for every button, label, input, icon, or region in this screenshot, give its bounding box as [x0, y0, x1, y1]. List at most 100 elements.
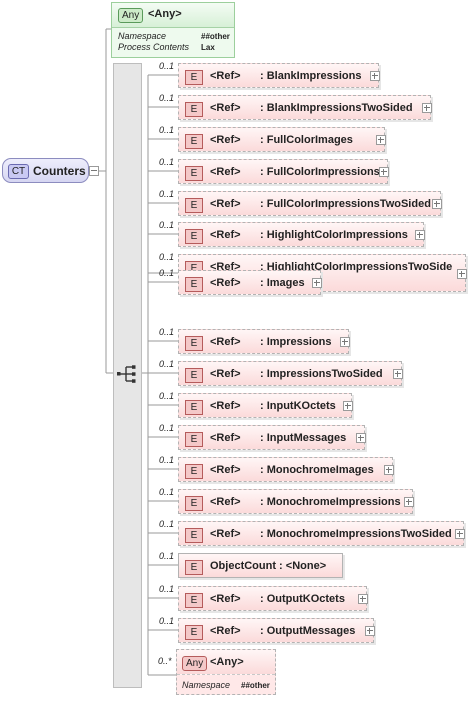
ref-label: <Ref>: [210, 528, 241, 540]
ref-label: <Ref>: [210, 277, 241, 289]
element-name: : ImpressionsTwoSided: [260, 368, 383, 380]
element-row[interactable]: E <Ref> : Images: [178, 270, 321, 295]
element-badge: E: [185, 496, 203, 511]
element-row[interactable]: E <Ref> : MonochromeImages: [178, 457, 393, 482]
element-row[interactable]: E <Ref>: FullColorImages: [178, 127, 385, 152]
expand-icon[interactable]: [455, 529, 465, 539]
element-badge: E: [185, 336, 203, 351]
element-badge: E: [185, 277, 203, 292]
expand-icon[interactable]: [376, 135, 386, 145]
namespace-value: ##other: [241, 681, 270, 690]
occurrence-label: 0..1: [159, 252, 175, 262]
expand-icon[interactable]: [358, 594, 368, 604]
ref-label: <Ref>: [210, 166, 241, 178]
element-row[interactable]: E <Ref>: MonochromeImpressionsTwoSided: [178, 521, 464, 546]
element-row[interactable]: E <Ref>: FullColorImpressionsTwoSided: [178, 191, 441, 216]
expand-icon[interactable]: [415, 230, 425, 240]
occurrence-label: 0..1: [159, 423, 175, 433]
element-badge: E: [185, 593, 203, 608]
element-row[interactable]: E <Ref> : HighlightColorImpressions: [178, 222, 424, 247]
ref-label: <Ref>: [210, 593, 241, 605]
wildcard-any-bottom[interactable]: Any <Any> Namespace ##other: [176, 649, 276, 695]
ref-label: <Ref>: [210, 625, 241, 637]
occurrence-label: 0..1: [159, 61, 175, 71]
occurrence-label: 0..1: [159, 487, 175, 497]
expand-icon[interactable]: [340, 337, 350, 347]
element-name: : MonochromeImages: [260, 464, 374, 476]
element-name: : OutputMessages: [260, 625, 356, 637]
occurrence-label: 0..*: [158, 656, 172, 666]
any-title: <Any>: [148, 8, 182, 20]
element-row[interactable]: E <Ref> : OutputKOctets: [178, 586, 367, 611]
element-badge: E: [185, 368, 203, 383]
expand-icon[interactable]: [312, 278, 322, 288]
occurrence-label: 0..1: [159, 519, 175, 529]
element-badge: E: [185, 400, 203, 415]
ref-label: <Ref>: [210, 198, 241, 210]
element-name: : InputKOctets: [260, 400, 336, 412]
element-row[interactable]: E <Ref> : InputMessages: [178, 425, 365, 450]
expand-icon[interactable]: [379, 167, 389, 177]
expand-icon[interactable]: [384, 465, 394, 475]
element-badge: E: [185, 560, 203, 575]
element-badge: E: [185, 464, 203, 479]
expand-icon[interactable]: [422, 103, 432, 113]
ref-label: <Ref>: [210, 70, 241, 82]
element-name: : BlankImpressionsTwoSided: [260, 102, 413, 114]
expand-icon[interactable]: [370, 71, 380, 81]
ref-label: <Ref>: [210, 432, 241, 444]
occurrence-label: 0..1: [159, 220, 175, 230]
complex-type-node[interactable]: CT Counters: [2, 158, 89, 183]
occurrence-label: 0..1: [159, 391, 175, 401]
element-row[interactable]: E <Ref>: BlankImpressionsTwoSided: [178, 95, 431, 120]
element-name: : InputMessages: [260, 432, 347, 444]
expand-icon[interactable]: [404, 497, 414, 507]
expand-icon[interactable]: [356, 433, 366, 443]
complex-type-name: Counters: [33, 164, 86, 178]
element-badge: E: [185, 432, 203, 447]
element-row[interactable]: E <Ref>: BlankImpressions: [178, 63, 379, 88]
expand-icon[interactable]: [343, 401, 353, 411]
occurrence-label: 0..1: [159, 359, 175, 369]
namespace-label: Namespace: [118, 31, 167, 41]
wildcard-any-top[interactable]: Any <Any> Namespace ##other Process Cont…: [111, 2, 235, 58]
namespace-value: ##other: [201, 32, 230, 41]
expand-icon[interactable]: [393, 369, 403, 379]
ref-label: <Ref>: [210, 134, 241, 146]
element-badge: E: [185, 625, 203, 640]
element-badge: E: [185, 198, 203, 213]
element-row[interactable]: E <Ref>: InputKOctets: [178, 393, 352, 418]
any-badge: Any: [182, 656, 208, 671]
element-badge: E: [185, 229, 203, 244]
element-name: : MonochromeImpressionsTwoSided: [260, 528, 452, 540]
expand-icon[interactable]: [365, 626, 375, 636]
ref-label: <Ref>: [210, 464, 241, 476]
namespace-label: Namespace: [182, 680, 231, 690]
element-name: ObjectCount : <None>: [210, 560, 327, 572]
element-row[interactable]: E <Ref> : OutputMessages: [178, 618, 374, 643]
complex-type-badge: CT: [8, 164, 29, 179]
element-row[interactable]: E <Ref>: ImpressionsTwoSided: [178, 361, 402, 386]
element-name: : Images: [260, 277, 305, 289]
element-row[interactable]: E <Ref>: MonochromeImpressions: [178, 489, 413, 514]
ref-label: <Ref>: [210, 102, 241, 114]
occurrence-label: 0..1: [159, 268, 175, 278]
occurrence-label: 0..1: [159, 157, 175, 167]
element-name: : OutputKOctets: [260, 593, 345, 605]
element-badge: E: [185, 70, 203, 85]
occurrence-label: 0..1: [159, 584, 175, 594]
sequence-icon: [117, 365, 136, 383]
expand-icon[interactable]: [457, 269, 467, 279]
element-badge: E: [185, 134, 203, 149]
element-name: : FullColorImpressions: [260, 166, 380, 178]
any-badge: Any: [118, 8, 144, 23]
occurrence-label: 0..1: [159, 93, 175, 103]
expand-icon[interactable]: [432, 199, 442, 209]
process-contents-label: Process Contents: [118, 42, 190, 52]
element-row[interactable]: E ObjectCount : <None>: [178, 553, 343, 578]
element-row[interactable]: E <Ref>: Impressions: [178, 329, 349, 354]
element-name: : HighlightColorImpressions: [260, 229, 408, 241]
collapse-toggle-icon[interactable]: [89, 166, 99, 176]
element-row[interactable]: E <Ref>: FullColorImpressions: [178, 159, 388, 184]
ref-label: <Ref>: [210, 229, 241, 241]
